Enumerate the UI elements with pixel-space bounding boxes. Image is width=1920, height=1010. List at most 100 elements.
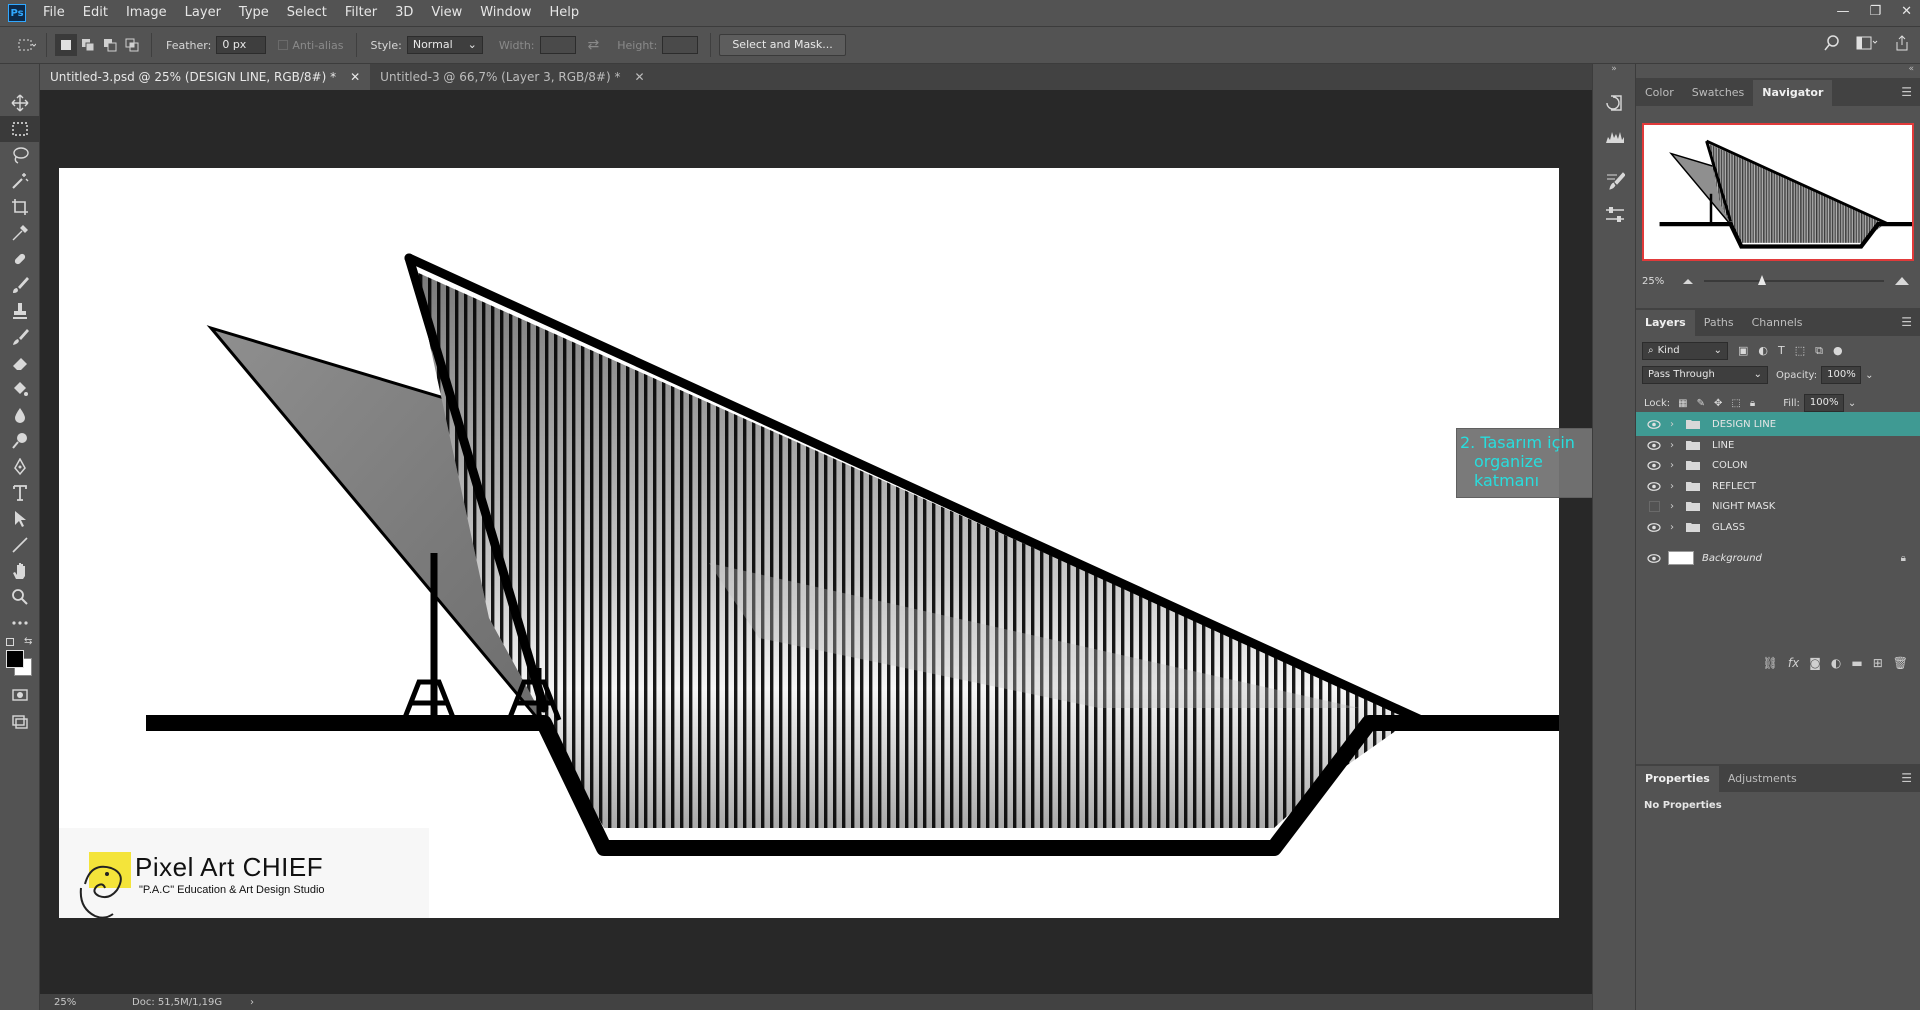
new-layer-icon[interactable]: ⊞ [1873,656,1883,670]
lock-all-icon[interactable]: 🔒︎ [1750,398,1755,409]
document-canvas[interactable]: Pixel Art CHIEF "P.A.C" Education & Art … [59,168,1559,918]
menu-image[interactable]: Image [117,0,176,26]
brush-tool[interactable] [0,272,40,298]
adjustment-filter-icon[interactable]: ◐ [1758,344,1768,358]
tab-untitled-3-psd[interactable]: Untitled-3.psd @ 25% (DESIGN LINE, RGB/8… [40,64,371,90]
menu-file[interactable]: File [34,0,74,26]
status-arrow-icon[interactable]: › [250,997,254,1008]
tab-untitled-3[interactable]: Untitled-3 @ 66,7% (Layer 3, RGB/8#) * ✕ [370,64,654,90]
chevron-right-icon[interactable]: › [1670,522,1684,533]
type-tool[interactable] [0,480,40,506]
magic-wand-tool[interactable] [0,168,40,194]
tab-close-icon[interactable]: ✕ [634,64,644,90]
adjustment-icon[interactable]: ◐ [1831,656,1841,670]
menu-window[interactable]: Window [471,0,540,26]
trash-icon[interactable]: 🗑︎ [1893,656,1908,670]
layers-menu-icon[interactable]: ☰ [1901,315,1912,329]
fill-input[interactable]: 100% [1803,394,1844,412]
swap-colors-icon[interactable]: ⇆ [24,636,32,647]
tab-color[interactable]: Color [1636,80,1683,106]
menu-select[interactable]: Select [278,0,336,26]
eye-icon[interactable] [1646,546,1662,570]
history-brush-tool[interactable] [0,324,40,350]
crop-tool[interactable] [0,194,40,220]
zoom-in-icon[interactable] [1894,276,1910,286]
height-input[interactable] [662,36,699,54]
color-swatches[interactable]: ⇆ [0,636,39,682]
expand-panels-icon[interactable]: « [1636,64,1920,78]
line-tool[interactable] [0,532,40,558]
menu-layer[interactable]: Layer [176,0,230,26]
chevron-right-icon[interactable]: › [1670,501,1684,512]
menu-edit[interactable]: Edit [74,0,117,26]
layer-row-glass[interactable]: › GLASS [1636,515,1920,539]
smart-object-filter-icon[interactable]: ⧉ [1815,344,1823,358]
lasso-tool[interactable] [0,142,40,168]
zoom-tool[interactable] [0,584,40,610]
panel-menu-icon[interactable]: ☰ [1901,85,1912,99]
eraser-tool[interactable] [0,350,40,376]
chevron-right-icon[interactable]: › [1670,481,1684,492]
histogram-icon[interactable] [1593,120,1637,154]
menu-3d[interactable]: 3D [386,0,422,26]
tab-channels[interactable]: Channels [1743,310,1812,336]
blend-mode-select[interactable]: Pass Through ⌄ [1642,366,1768,384]
chevron-right-icon[interactable]: › [1670,460,1684,471]
more-tools[interactable] [0,610,40,636]
chevron-right-icon[interactable]: › [1670,419,1684,430]
collapse-icon[interactable]: » [1593,64,1635,78]
hand-tool[interactable] [0,558,40,584]
quick-mask-button[interactable] [0,682,40,708]
tab-properties[interactable]: Properties [1636,766,1719,792]
intersect-selection-icon[interactable] [121,34,143,56]
stamp-tool[interactable] [0,298,40,324]
lock-transparent-icon[interactable]: ▦ [1678,398,1687,409]
foreground-color-swatch[interactable] [6,650,24,668]
status-zoom[interactable]: 25% [54,997,114,1008]
marquee-preset-icon[interactable] [16,34,38,56]
navigator-thumbnail[interactable] [1642,123,1914,261]
style-select[interactable]: Normal ⌄ [406,36,483,54]
lock-artboard-icon[interactable]: ⬚ [1731,398,1740,409]
opacity-input[interactable]: 100% [1821,366,1862,384]
subtract-selection-icon[interactable] [99,34,121,56]
dodge-tool[interactable] [0,428,40,454]
lock-image-icon[interactable]: ✎ [1697,398,1705,409]
tab-close-icon[interactable]: ✕ [350,64,360,90]
screen-mode-button[interactable] [0,708,40,734]
type-filter-icon[interactable]: T [1778,344,1785,358]
close-icon[interactable]: ✕ [1901,0,1912,24]
default-colors-icon[interactable] [6,638,14,646]
width-input[interactable] [539,36,576,54]
lock-position-icon[interactable]: ✥ [1714,398,1722,409]
zoom-out-icon[interactable] [1682,277,1694,285]
link-icon[interactable]: ⛓ [1763,656,1778,670]
feather-input[interactable]: 0 px [216,36,267,54]
share-icon[interactable] [1894,35,1910,51]
shape-filter-icon[interactable]: ⬚ [1795,344,1805,358]
navigator-zoom-knob[interactable] [1758,275,1766,285]
tab-adjustments[interactable]: Adjustments [1719,766,1806,792]
filter-toggle-icon[interactable]: ● [1833,344,1843,358]
new-selection-icon[interactable] [55,34,77,56]
properties-menu-icon[interactable]: ☰ [1901,771,1912,785]
minimize-icon[interactable]: — [1836,0,1849,24]
add-selection-icon[interactable] [77,34,99,56]
menu-view[interactable]: View [422,0,471,26]
history-icon[interactable] [1593,86,1637,120]
paint-bucket-tool[interactable] [0,376,40,402]
marquee-tool[interactable] [0,116,40,142]
folder-icon[interactable]: ▬ [1851,656,1862,670]
path-selection-tool[interactable] [0,506,40,532]
kind-filter-select[interactable]: ⌕ Kind ⌄ [1642,342,1728,360]
healing-brush-tool[interactable] [0,246,40,272]
pen-tool[interactable] [0,454,40,480]
tab-layers[interactable]: Layers [1636,310,1695,336]
mask-icon[interactable]: ◙ [1809,656,1821,670]
fx-icon[interactable]: fx [1788,656,1799,670]
chevron-right-icon[interactable]: › [1670,440,1684,451]
chevron-down-icon[interactable]: ⌄ [1848,398,1856,409]
chevron-down-icon[interactable]: ⌄ [1865,370,1873,381]
eye-icon[interactable] [1646,515,1662,539]
eyedropper-tool[interactable] [0,220,40,246]
